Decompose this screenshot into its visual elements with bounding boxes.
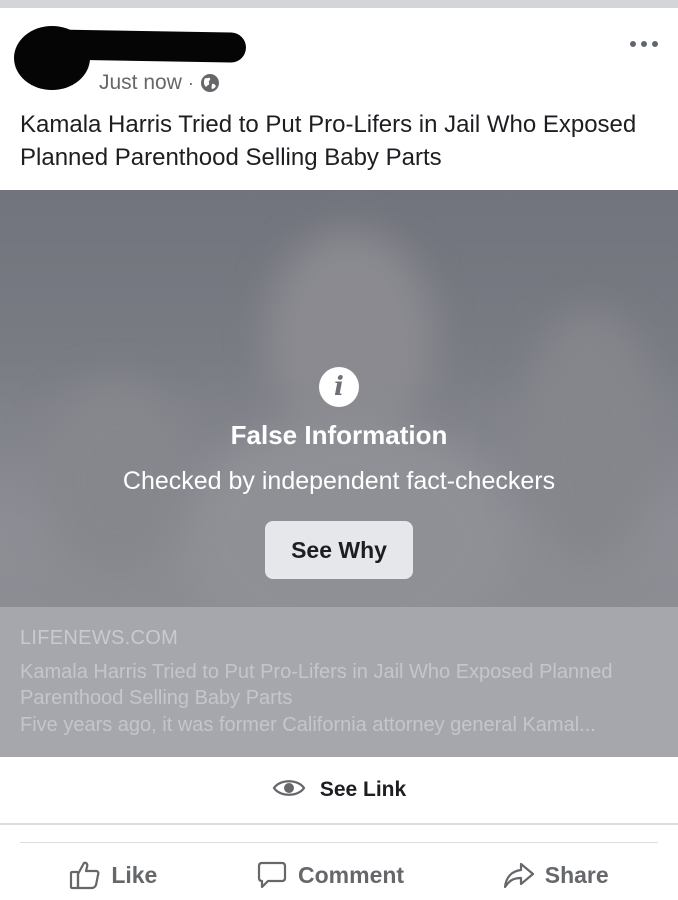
post-text: Kamala Harris Tried to Put Pro-Lifers in… xyxy=(20,111,637,171)
info-icon: i xyxy=(319,367,359,407)
redacted-author-name[interactable] xyxy=(39,29,247,63)
globe-icon xyxy=(200,73,220,93)
overlay-content: i False Information Checked by independe… xyxy=(0,190,678,607)
more-options-icon[interactable] xyxy=(630,38,658,50)
comment-button[interactable]: Comment xyxy=(256,860,404,890)
thumbs-up-icon xyxy=(69,860,101,890)
meta-separator: · xyxy=(187,73,194,93)
fact-checker-subtext: Checked by independent fact-checkers xyxy=(122,467,556,495)
post-actions: Like Comment Share xyxy=(20,850,658,900)
timestamp[interactable]: Just now xyxy=(99,71,182,95)
post-meta: Just now · xyxy=(99,71,220,95)
link-description: Five years ago, it was former California… xyxy=(20,714,596,736)
divider xyxy=(0,823,678,825)
link-title: Kamala Harris Tried to Put Pro-Lifers in… xyxy=(20,661,613,709)
false-info-heading: False Information xyxy=(230,420,448,450)
comment-label: Comment xyxy=(298,861,405,888)
link-domain: LIFENEWS.COM xyxy=(20,627,179,649)
like-label: Like xyxy=(111,861,158,888)
share-icon xyxy=(503,860,535,890)
link-preview[interactable]: LIFENEWS.COM Kamala Harris Tried to Put … xyxy=(0,607,678,757)
like-button[interactable]: Like xyxy=(69,860,157,890)
share-label: Share xyxy=(544,861,609,888)
see-link-label: See Link xyxy=(319,778,407,801)
share-button[interactable]: Share xyxy=(503,860,609,890)
top-strip xyxy=(0,0,678,8)
see-why-button[interactable]: See Why xyxy=(265,521,413,579)
comment-icon xyxy=(256,860,288,890)
fact-check-overlay[interactable]: i False Information Checked by independe… xyxy=(0,190,678,607)
actions-divider xyxy=(20,842,658,843)
see-link-button[interactable]: See Link xyxy=(0,758,678,822)
eye-icon xyxy=(272,777,306,804)
